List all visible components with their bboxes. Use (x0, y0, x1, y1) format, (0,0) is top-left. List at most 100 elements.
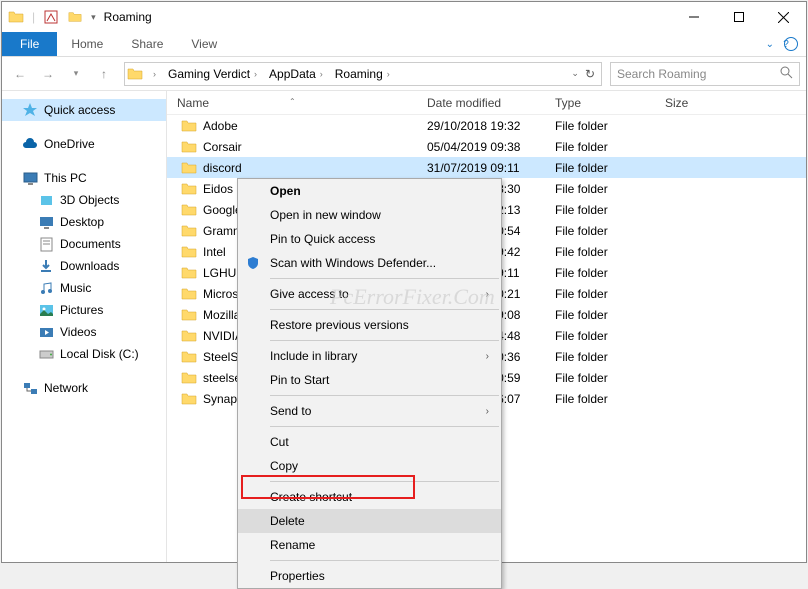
address-bar[interactable]: › Gaming Verdict› AppData› Roaming› ⌄ ↻ (124, 62, 602, 86)
sidebar-onedrive[interactable]: OneDrive (2, 133, 166, 155)
file-date: 29/10/2018 19:32 (427, 119, 555, 133)
folder-qat-icon[interactable] (67, 9, 83, 25)
folder-icon (181, 391, 197, 407)
ribbon-expand-icon[interactable]: ⌄ (744, 39, 784, 50)
up-button[interactable]: ↑ (92, 62, 116, 86)
sidebar-quick-access[interactable]: Quick access (2, 99, 166, 121)
folder-icon (181, 370, 197, 386)
col-header-size[interactable]: Size (665, 96, 745, 110)
folder-icon (38, 302, 54, 318)
ctx-pin-start[interactable]: Pin to Start (238, 368, 501, 392)
sidebar-item[interactable]: Documents (2, 233, 166, 255)
file-row[interactable]: discord31/07/2019 09:11File folder (167, 157, 806, 178)
ctx-delete[interactable]: Delete (238, 509, 501, 533)
ctx-properties[interactable]: Properties (238, 564, 501, 588)
star-icon (22, 102, 38, 118)
ctx-copy[interactable]: Copy (238, 454, 501, 478)
file-type: File folder (555, 308, 665, 322)
ctx-create-shortcut[interactable]: Create shortcut (238, 485, 501, 509)
file-name: Google (203, 203, 242, 217)
folder-icon (181, 328, 197, 344)
folder-icon (181, 223, 197, 239)
chevron-right-icon[interactable]: › (153, 69, 156, 79)
file-row[interactable]: Adobe29/10/2018 19:32File folder (167, 115, 806, 136)
file-type: File folder (555, 161, 665, 175)
ctx-restore-versions[interactable]: Restore previous versions (238, 313, 501, 337)
ctx-open[interactable]: Open (238, 179, 501, 203)
tab-file[interactable]: File (2, 32, 57, 56)
folder-app-icon (8, 9, 24, 25)
col-header-type[interactable]: Type (555, 96, 665, 110)
file-name: Intel (203, 245, 226, 259)
sort-asc-icon: ⌃ (289, 97, 296, 106)
forward-button[interactable]: → (36, 62, 60, 86)
search-placeholder: Search Roaming (617, 67, 706, 81)
refresh-icon[interactable]: ↻ (585, 67, 595, 81)
ctx-give-access[interactable]: Give access to› (238, 282, 501, 306)
help-icon[interactable]: ? (784, 37, 798, 51)
sidebar-item[interactable]: 3D Objects (2, 189, 166, 211)
file-type: File folder (555, 392, 665, 406)
ctx-send-to[interactable]: Send to› (238, 399, 501, 423)
folder-icon (181, 286, 197, 302)
qat-dropdown-icon[interactable]: ▾ (91, 12, 96, 23)
sidebar-item[interactable]: Videos (2, 321, 166, 343)
ctx-open-new-window[interactable]: Open in new window (238, 203, 501, 227)
folder-icon (181, 118, 197, 134)
close-button[interactable] (761, 2, 806, 32)
tab-share[interactable]: Share (117, 32, 177, 56)
col-header-date[interactable]: Date modified (427, 96, 555, 110)
file-date: 05/04/2019 09:38 (427, 140, 555, 154)
minimize-button[interactable] (671, 2, 716, 32)
folder-icon (181, 160, 197, 176)
properties-qat-icon[interactable] (43, 9, 59, 25)
ctx-scan-defender[interactable]: Scan with Windows Defender... (238, 251, 501, 275)
file-type: File folder (555, 287, 665, 301)
back-button[interactable]: ← (8, 62, 32, 86)
file-type: File folder (555, 119, 665, 133)
breadcrumb[interactable]: Roaming› (329, 63, 396, 85)
breadcrumb[interactable]: AppData› (263, 63, 329, 85)
sidebar-network[interactable]: Network (2, 377, 166, 399)
history-dropdown-icon[interactable]: ▾ (64, 62, 88, 86)
search-input[interactable]: Search Roaming (610, 62, 800, 86)
ctx-pin-quick[interactable]: Pin to Quick access (238, 227, 501, 251)
file-type: File folder (555, 203, 665, 217)
ctx-rename[interactable]: Rename (238, 533, 501, 557)
tab-home[interactable]: Home (57, 32, 117, 56)
path-folder-icon (127, 66, 143, 82)
file-type: File folder (555, 371, 665, 385)
ctx-cut[interactable]: Cut (238, 430, 501, 454)
chevron-right-icon: › (486, 289, 489, 300)
sidebar-item[interactable]: Downloads (2, 255, 166, 277)
sidebar-this-pc[interactable]: This PC (2, 167, 166, 189)
folder-icon (38, 258, 54, 274)
file-type: File folder (555, 245, 665, 259)
folder-icon (181, 202, 197, 218)
folder-icon (38, 346, 54, 362)
file-type: File folder (555, 182, 665, 196)
file-type: File folder (555, 350, 665, 364)
address-dropdown-icon[interactable]: ⌄ (571, 68, 579, 79)
folder-icon (181, 181, 197, 197)
column-headers[interactable]: Name ⌃ Date modified Type Size (167, 91, 806, 115)
navigation-bar: ← → ▾ ↑ › Gaming Verdict› AppData› Roami… (2, 57, 806, 91)
sidebar-item[interactable]: Pictures (2, 299, 166, 321)
cloud-icon (22, 136, 38, 152)
folder-icon (181, 244, 197, 260)
ctx-include-library[interactable]: Include in library› (238, 344, 501, 368)
sidebar-item[interactable]: Desktop (2, 211, 166, 233)
breadcrumb[interactable]: Gaming Verdict› (162, 63, 263, 85)
file-row[interactable]: Corsair05/04/2019 09:38File folder (167, 136, 806, 157)
folder-icon (38, 280, 54, 296)
sidebar-item[interactable]: Local Disk (C:) (2, 343, 166, 365)
col-header-name[interactable]: Name (177, 96, 209, 110)
tab-view[interactable]: View (177, 32, 231, 56)
search-icon[interactable] (780, 66, 793, 82)
nav-pane: Quick access OneDrive This PC 3D Objects… (2, 91, 167, 562)
sidebar-item[interactable]: Music (2, 277, 166, 299)
file-type: File folder (555, 266, 665, 280)
chevron-right-icon: › (486, 351, 489, 362)
folder-icon (38, 236, 54, 252)
maximize-button[interactable] (716, 2, 761, 32)
